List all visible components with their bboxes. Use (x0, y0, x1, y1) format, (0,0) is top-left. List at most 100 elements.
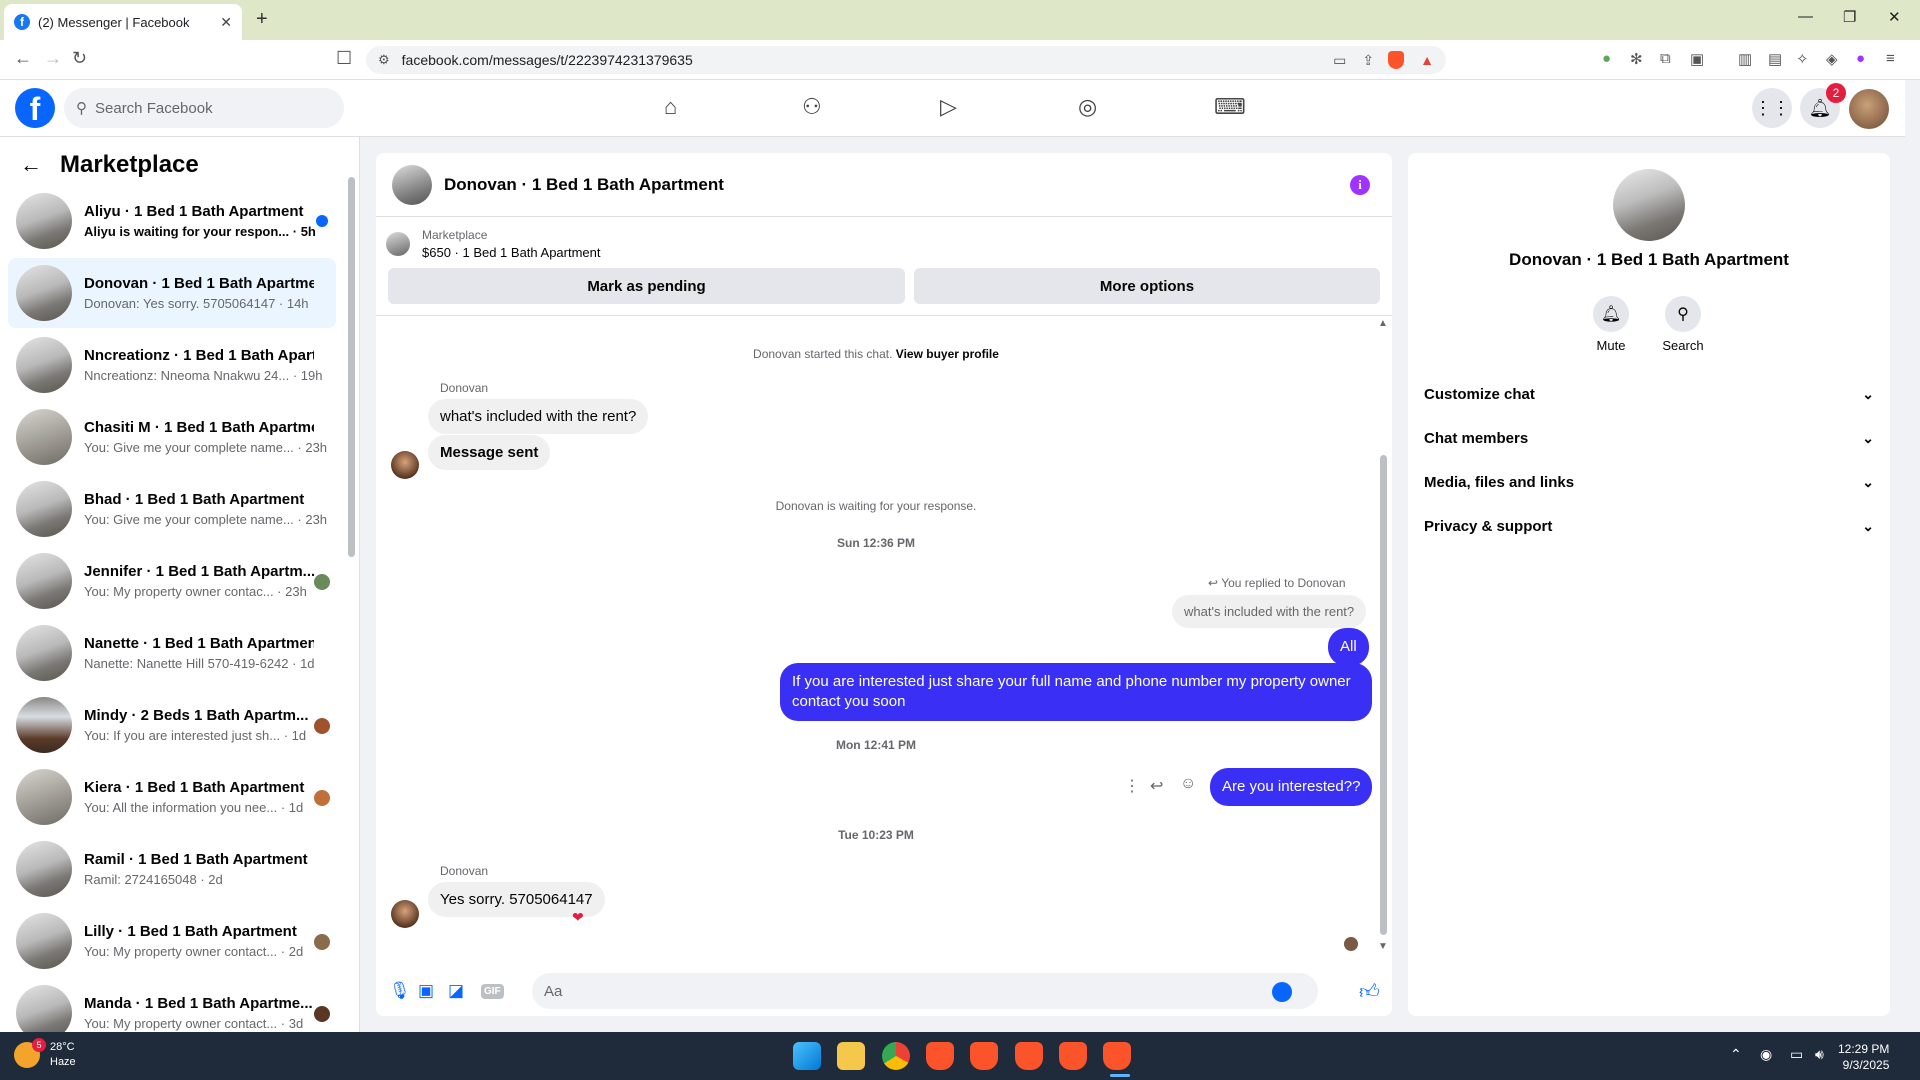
view-buyer-profile-link[interactable]: View buyer profile (896, 347, 999, 361)
chat-avatar[interactable] (392, 164, 432, 205)
incoming-message[interactable]: Message sent (428, 435, 551, 470)
system-clock[interactable]: 12:29 PM 9/3/2025 (1838, 1041, 1889, 1073)
message-input[interactable]: Aa (532, 973, 1318, 1009)
bookmark-icon[interactable]: ☐ (336, 48, 352, 69)
start-icon[interactable] (793, 1042, 821, 1070)
conversation-item[interactable]: Nanette · 1 Bed 1 Bath Apartment Nanette… (8, 618, 336, 688)
conversation-item[interactable]: Aliyu · 1 Bed 1 Bath Apartment Aliyu is … (8, 186, 336, 256)
chrome-icon[interactable] (882, 1042, 910, 1070)
sidebar-toggle-icon[interactable]: ▥ (1738, 50, 1752, 68)
video-icon[interactable]: ▷ (940, 94, 957, 120)
heart-reaction-icon[interactable]: ❤ (572, 909, 584, 926)
photo-icon[interactable]: ▣ (418, 981, 434, 1001)
mute-button[interactable]: 🔔︎ Mute (1581, 296, 1641, 353)
facebook-logo-icon[interactable]: f (15, 88, 55, 128)
like-icon[interactable]: 👍︎ (1359, 980, 1380, 1004)
tray-chevron-icon[interactable]: ⌃ (1730, 1046, 1742, 1063)
browser-tab[interactable]: f (2) Messenger | Facebook ✕ (4, 4, 242, 40)
microphone-icon[interactable]: 🎙︎ (389, 981, 411, 1001)
weather-widget[interactable]: 5 28°C Haze (14, 1038, 76, 1070)
quoted-message[interactable]: what's included with the rent? (1172, 595, 1367, 628)
conversation-item[interactable]: Ramil · 1 Bed 1 Bath Apartment Ramil: 27… (8, 834, 336, 904)
friends-icon[interactable]: ⚇ (802, 94, 822, 120)
sender-avatar[interactable] (391, 900, 419, 928)
page-scrollbar[interactable] (1905, 80, 1920, 1032)
brave-icon[interactable] (970, 1042, 998, 1070)
chat-scrollbar[interactable] (1380, 455, 1387, 935)
brave-icon[interactable] (926, 1042, 954, 1070)
conversation-item[interactable]: Chasiti M · 1 Bed 1 Bath Apartme... You:… (8, 402, 336, 472)
media-files-links-item[interactable]: Media, files and links ⌄ (1424, 460, 1874, 504)
more-actions-icon[interactable]: ⋮ (1124, 776, 1140, 796)
home-icon[interactable]: ⌂ (664, 94, 677, 120)
listing-summary[interactable]: Marketplace $650 · 1 Bed 1 Bath Apartmen… (386, 226, 601, 262)
sidebar-scrollbar[interactable] (348, 177, 355, 557)
address-bar[interactable]: ⚙ facebook.com/messages/t/22239742313796… (366, 46, 1446, 74)
extensions-puzzle-icon[interactable]: ⧉ (1660, 50, 1671, 67)
conversation-item[interactable]: Donovan · 1 Bed 1 Bath Apartment Donovan… (8, 258, 336, 328)
account-avatar[interactable] (1849, 89, 1889, 129)
extension-icon[interactable]: ✻ (1630, 50, 1643, 68)
menu-icon[interactable]: ≡ (1886, 50, 1895, 67)
back-arrow-icon[interactable]: ← (20, 152, 42, 178)
cast-icon[interactable]: ▭ (1333, 52, 1346, 69)
customize-chat-item[interactable]: Customize chat ⌄ (1424, 372, 1874, 416)
restore-icon[interactable]: ❐ (1843, 8, 1856, 26)
volume-icon[interactable]: 🔊︎ (1815, 1046, 1824, 1063)
conversation-item[interactable]: Nncreationz · 1 Bed 1 Bath Apart... Nncr… (8, 330, 336, 400)
tab-search-icon[interactable]: ▣ (1690, 50, 1704, 68)
network-icon[interactable]: ▭ (1790, 1046, 1803, 1063)
groups-icon[interactable]: ◎ (1078, 94, 1097, 120)
extension-dot-icon[interactable]: ● (1602, 50, 1611, 67)
chat-members-item[interactable]: Chat members ⌄ (1424, 416, 1874, 460)
outgoing-message[interactable]: Are you interested?? (1210, 768, 1373, 806)
brave-shields-icon[interactable] (1388, 51, 1405, 69)
search-button[interactable]: ⚲ Search (1653, 296, 1713, 353)
chat-title[interactable]: Donovan · 1 Bed 1 Bath Apartment (444, 175, 724, 195)
conversation-item[interactable]: Kiera · 1 Bed 1 Bath Apartment You: All … (8, 762, 336, 832)
close-window-icon[interactable]: ✕ (1888, 8, 1901, 26)
reload-icon[interactable]: ↻ (72, 48, 87, 69)
brave-icon[interactable] (1059, 1042, 1087, 1070)
scroll-up-icon[interactable]: ▲ (1378, 318, 1388, 329)
wallet-icon[interactable]: ▤ (1768, 50, 1782, 68)
profile-icon[interactable]: ● (1856, 50, 1865, 67)
tray-app-icon[interactable]: ◉ (1760, 1046, 1772, 1063)
gif-icon[interactable]: GIF (481, 984, 504, 999)
gaming-icon[interactable]: ⌨ (1214, 94, 1246, 120)
back-icon[interactable]: ← (14, 48, 32, 69)
privacy-support-item[interactable]: Privacy & support ⌄ (1424, 504, 1874, 548)
share-icon[interactable]: ⇪ (1362, 52, 1374, 69)
brave-icon[interactable] (1015, 1042, 1043, 1070)
file-explorer-icon[interactable] (837, 1042, 865, 1070)
react-icon[interactable]: ☺ (1180, 775, 1196, 793)
leo-ai-icon[interactable]: ✧ (1796, 50, 1809, 68)
brave-rewards-icon[interactable]: ▲ (1420, 52, 1434, 68)
minimize-icon[interactable]: — (1798, 8, 1813, 25)
sticker-icon[interactable]: ◪ (448, 981, 464, 1001)
search-input[interactable]: ⚲ Search Facebook (64, 88, 344, 128)
conversation-item[interactable]: Mindy · 2 Beds 1 Bath Apartm... You: If … (8, 690, 336, 760)
sender-avatar[interactable] (391, 451, 419, 479)
outgoing-message[interactable]: All (1328, 628, 1369, 666)
reply-icon[interactable]: ↩ (1150, 776, 1163, 796)
conversation-item[interactable]: Lilly · 1 Bed 1 Bath Apartment You: My p… (8, 906, 336, 976)
conversation-item[interactable]: Manda · 1 Bed 1 Bath Apartme... You: My … (8, 978, 336, 1032)
conversation-item[interactable]: Bhad · 1 Bed 1 Bath Apartment You: Give … (8, 474, 336, 544)
site-settings-icon[interactable]: ⚙ (378, 52, 390, 68)
listing-avatar[interactable] (1613, 169, 1685, 241)
close-tab-icon[interactable]: ✕ (220, 14, 232, 31)
conversation-item[interactable]: Jennifer · 1 Bed 1 Bath Apartm... You: M… (8, 546, 336, 616)
scroll-down-icon[interactable]: ▼ (1378, 941, 1388, 952)
incoming-message[interactable]: what's included with the rent? (428, 399, 649, 434)
new-tab-icon[interactable]: + (256, 8, 268, 31)
menu-grid-icon[interactable]: ⋮⋮ (1752, 88, 1792, 128)
brave-icon[interactable] (1103, 1042, 1131, 1070)
emoji-icon[interactable] (1272, 982, 1292, 1002)
more-options-button[interactable]: More options (914, 268, 1380, 304)
info-icon[interactable]: i (1350, 175, 1370, 195)
mark-as-pending-button[interactable]: Mark as pending (388, 268, 905, 304)
forward-icon[interactable]: → (44, 48, 62, 69)
outgoing-message[interactable]: If you are interested just share your fu… (780, 663, 1372, 721)
vpn-icon[interactable]: ◈ (1826, 50, 1838, 68)
